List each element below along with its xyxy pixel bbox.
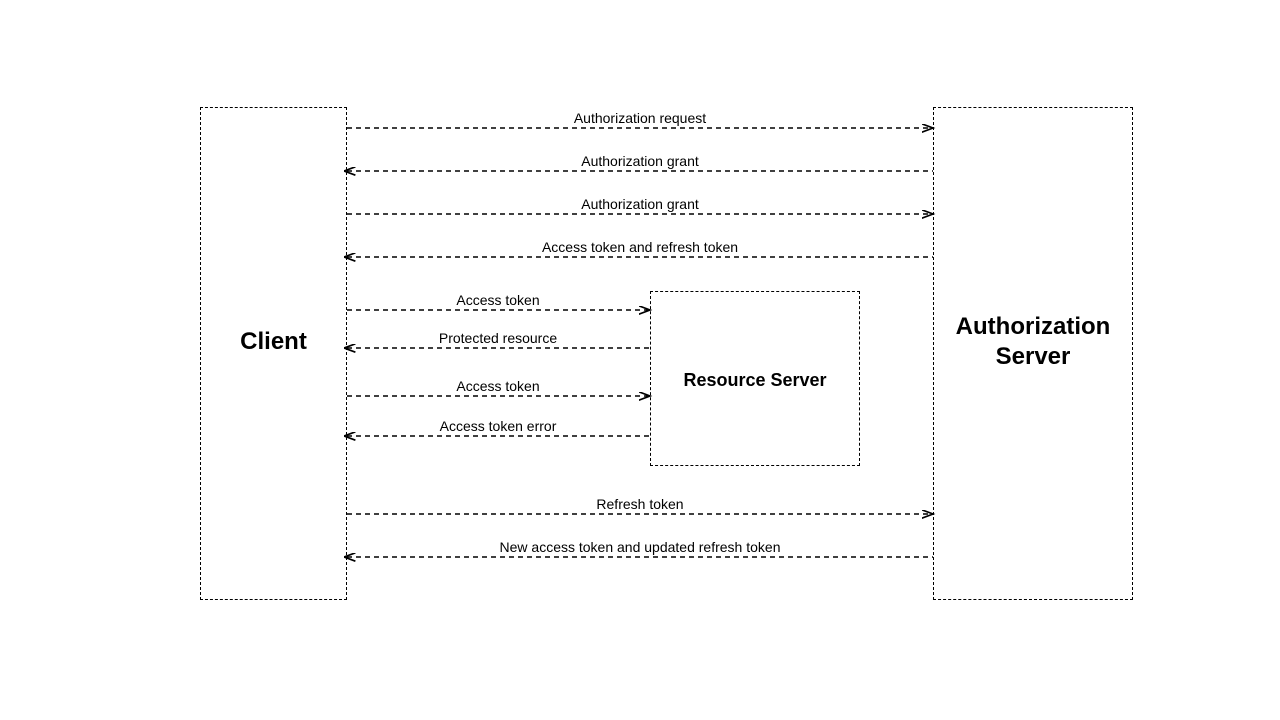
msg-authorization-grant-1: Authorization grant (581, 153, 699, 169)
msg-new-access-token: New access token and updated refresh tok… (500, 539, 781, 555)
client-box: Client (200, 107, 347, 600)
authserver-box: Authorization Server (933, 107, 1133, 600)
msg-protected-resource: Protected resource (439, 330, 557, 346)
msg-access-token-2: Access token (456, 378, 539, 394)
msg-access-refresh-token: Access token and refresh token (542, 239, 738, 255)
resource-box: Resource Server (650, 291, 860, 466)
client-label: Client (201, 328, 346, 356)
msg-access-token-error: Access token error (440, 418, 557, 434)
msg-refresh-token: Refresh token (596, 496, 683, 512)
msg-access-token-1: Access token (456, 292, 539, 308)
authserver-label-line1: Authorization (934, 313, 1132, 341)
resource-label: Resource Server (651, 370, 859, 391)
authserver-label-line2: Server (934, 343, 1132, 371)
msg-authorization-grant-2: Authorization grant (581, 196, 699, 212)
oauth-flow-diagram: Client Authorization Server Resource Ser… (0, 0, 1280, 720)
msg-authorization-request: Authorization request (574, 110, 706, 126)
